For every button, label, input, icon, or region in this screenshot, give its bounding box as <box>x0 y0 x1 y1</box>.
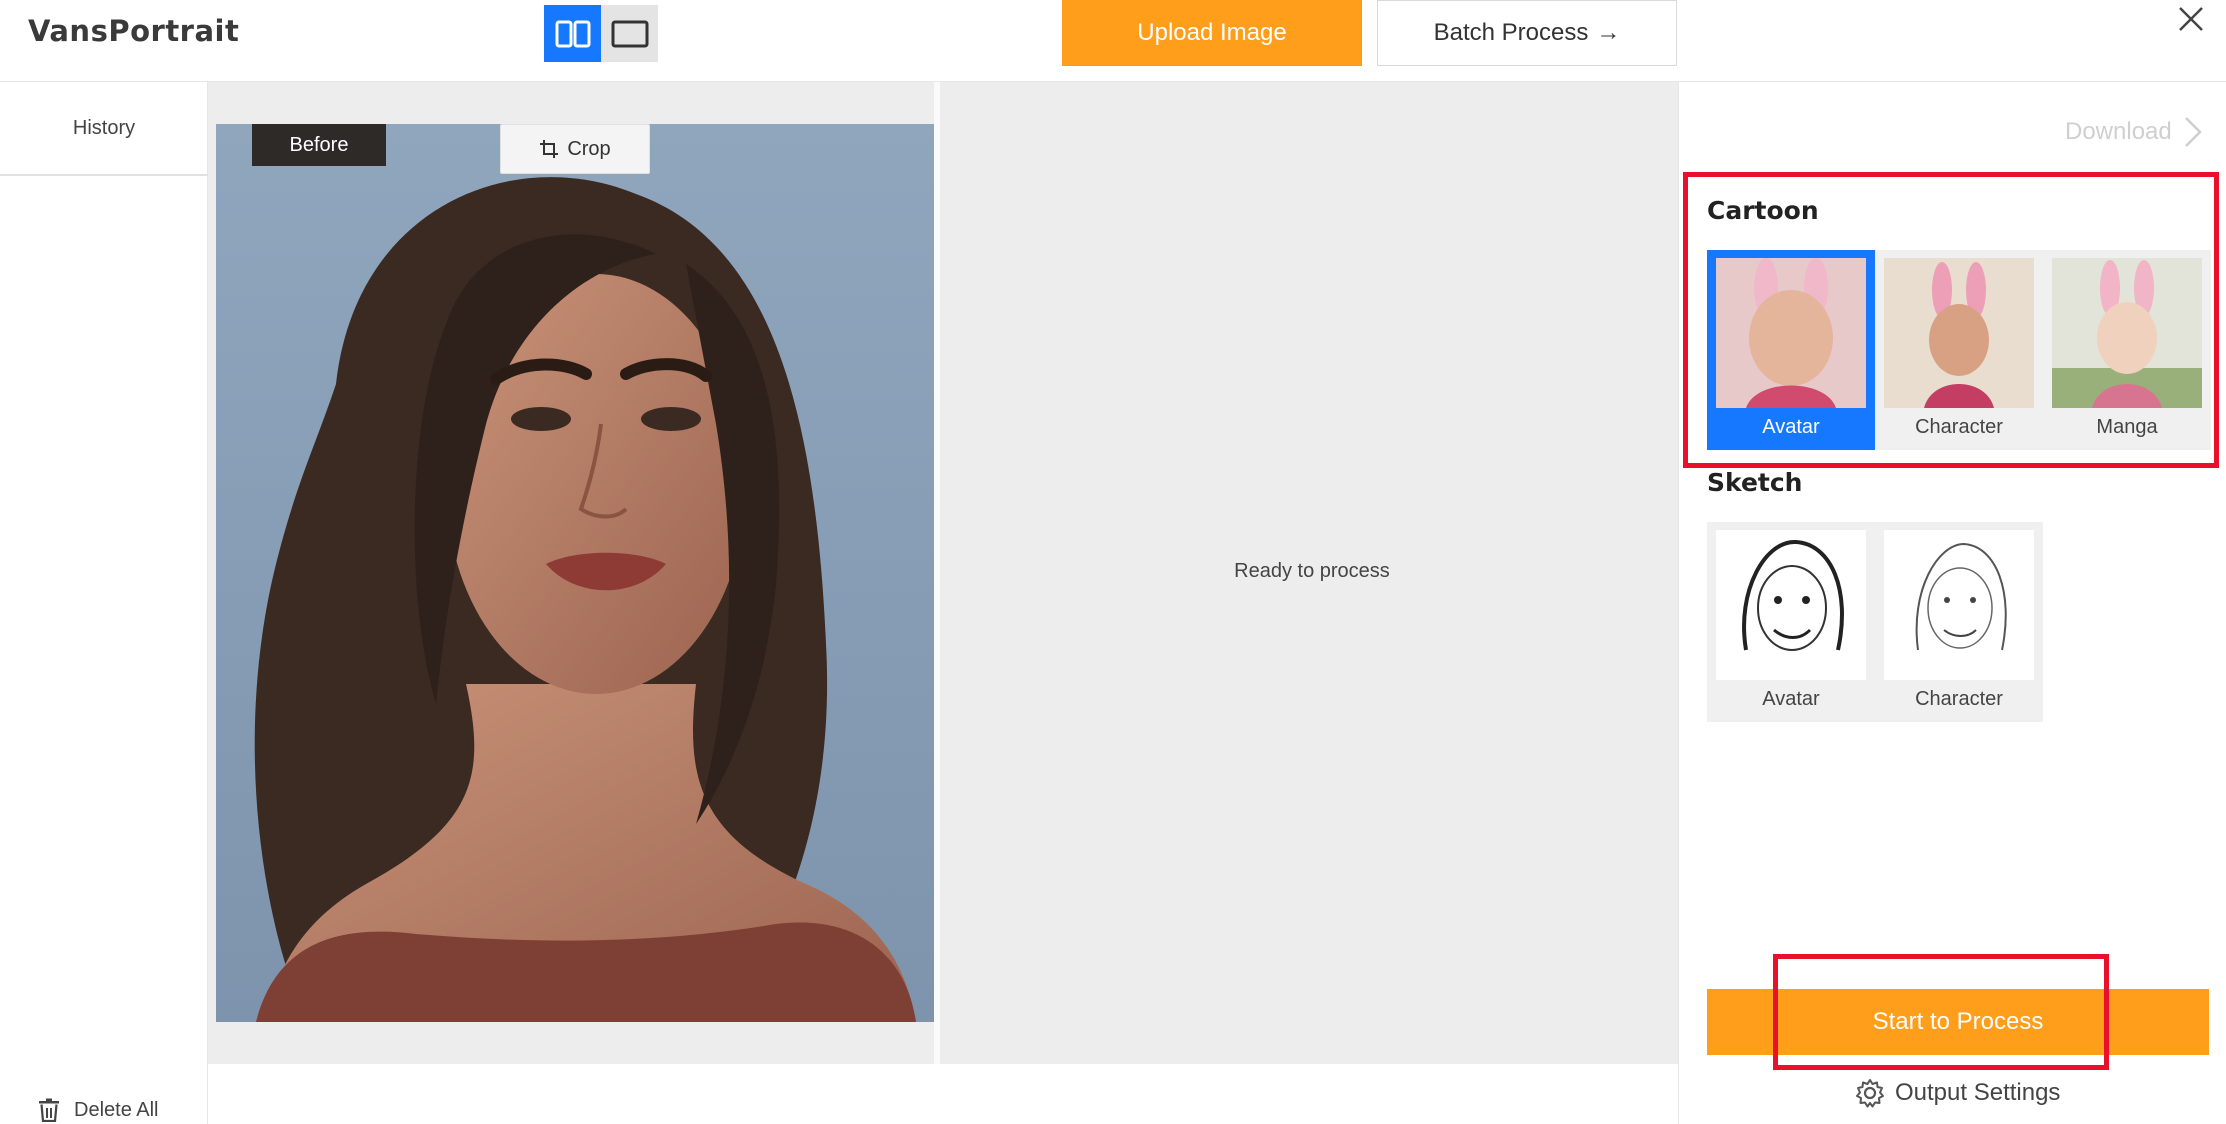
batch-process-button[interactable]: Batch Process → <box>1377 0 1677 66</box>
trash-icon <box>39 1098 59 1122</box>
style-panel: Download Cartoon Avatar Character Manga … <box>1678 82 2226 1124</box>
style-label: Avatar <box>1762 688 1820 710</box>
style-label: Character <box>1915 416 2003 438</box>
sketch-style-list: Avatar Character <box>1707 522 2043 722</box>
gear-icon <box>1856 1079 1884 1108</box>
after-pane: Ready to process <box>946 82 1678 1064</box>
app-logo: VansPortrait <box>28 14 240 48</box>
workspace-footer <box>208 1064 1678 1124</box>
style-sketch-avatar[interactable]: Avatar <box>1707 522 1875 722</box>
batch-process-label: Batch Process <box>1433 19 1589 46</box>
history-list <box>0 182 208 1062</box>
single-view-button[interactable] <box>601 5 658 62</box>
output-settings-button[interactable]: Output Settings <box>1855 1078 2060 1108</box>
single-view-icon <box>611 20 648 47</box>
split-view-button[interactable] <box>544 5 601 62</box>
close-button[interactable] <box>2176 4 2206 34</box>
cartoon-manga-thumbnail <box>2052 258 2202 408</box>
sketch-character-thumbnail <box>1884 530 2034 680</box>
download-button[interactable]: Download <box>2065 116 2202 148</box>
crop-icon <box>540 140 559 158</box>
cartoon-section-title: Cartoon <box>1707 196 1819 225</box>
crop-button[interactable]: Crop <box>500 124 650 174</box>
workspace: Before Crop Ready to process <box>208 82 1678 1064</box>
tab-history[interactable]: History <box>0 82 208 176</box>
source-photo <box>216 124 934 1022</box>
style-label: Character <box>1915 688 2003 710</box>
style-label: Manga <box>2096 416 2158 438</box>
style-label: Avatar <box>1762 416 1820 438</box>
close-icon <box>2179 7 2203 31</box>
start-process-button[interactable]: Start to Process <box>1707 989 2209 1055</box>
style-cartoon-avatar[interactable]: Avatar <box>1707 250 1875 450</box>
chevron-right-icon <box>2184 117 2202 147</box>
portrait-photo-image <box>216 124 934 1022</box>
download-label: Download <box>2065 118 2172 145</box>
cartoon-style-list: Avatar Character Manga <box>1707 250 2211 450</box>
style-cartoon-character[interactable]: Character <box>1875 250 2043 450</box>
before-label: Before <box>252 124 386 166</box>
view-mode-toggle <box>544 5 658 62</box>
style-sketch-character[interactable]: Character <box>1875 522 2043 722</box>
app-window: VansPortrait Upload Image Batch Process … <box>0 0 2226 1124</box>
sketch-section-title: Sketch <box>1707 468 1803 497</box>
status-text: Ready to process <box>1234 560 1390 582</box>
before-pane: Before Crop <box>208 82 940 1064</box>
crop-label: Crop <box>567 137 611 160</box>
arrow-right-icon: → <box>1596 19 1621 46</box>
delete-all-label: Delete All <box>74 1098 159 1121</box>
cartoon-avatar-thumbnail <box>1716 258 1866 408</box>
history-sidebar: History Delete All <box>0 82 208 1124</box>
sketch-avatar-thumbnail <box>1716 530 1866 680</box>
split-view-icon <box>555 20 590 47</box>
delete-all-button[interactable]: Delete All <box>38 1098 159 1122</box>
output-settings-label: Output Settings <box>1895 1079 2061 1106</box>
header-bar: VansPortrait Upload Image Batch Process … <box>0 0 2226 82</box>
cartoon-character-thumbnail <box>1884 258 2034 408</box>
style-cartoon-manga[interactable]: Manga <box>2043 250 2211 450</box>
upload-image-button[interactable]: Upload Image <box>1062 0 1362 66</box>
